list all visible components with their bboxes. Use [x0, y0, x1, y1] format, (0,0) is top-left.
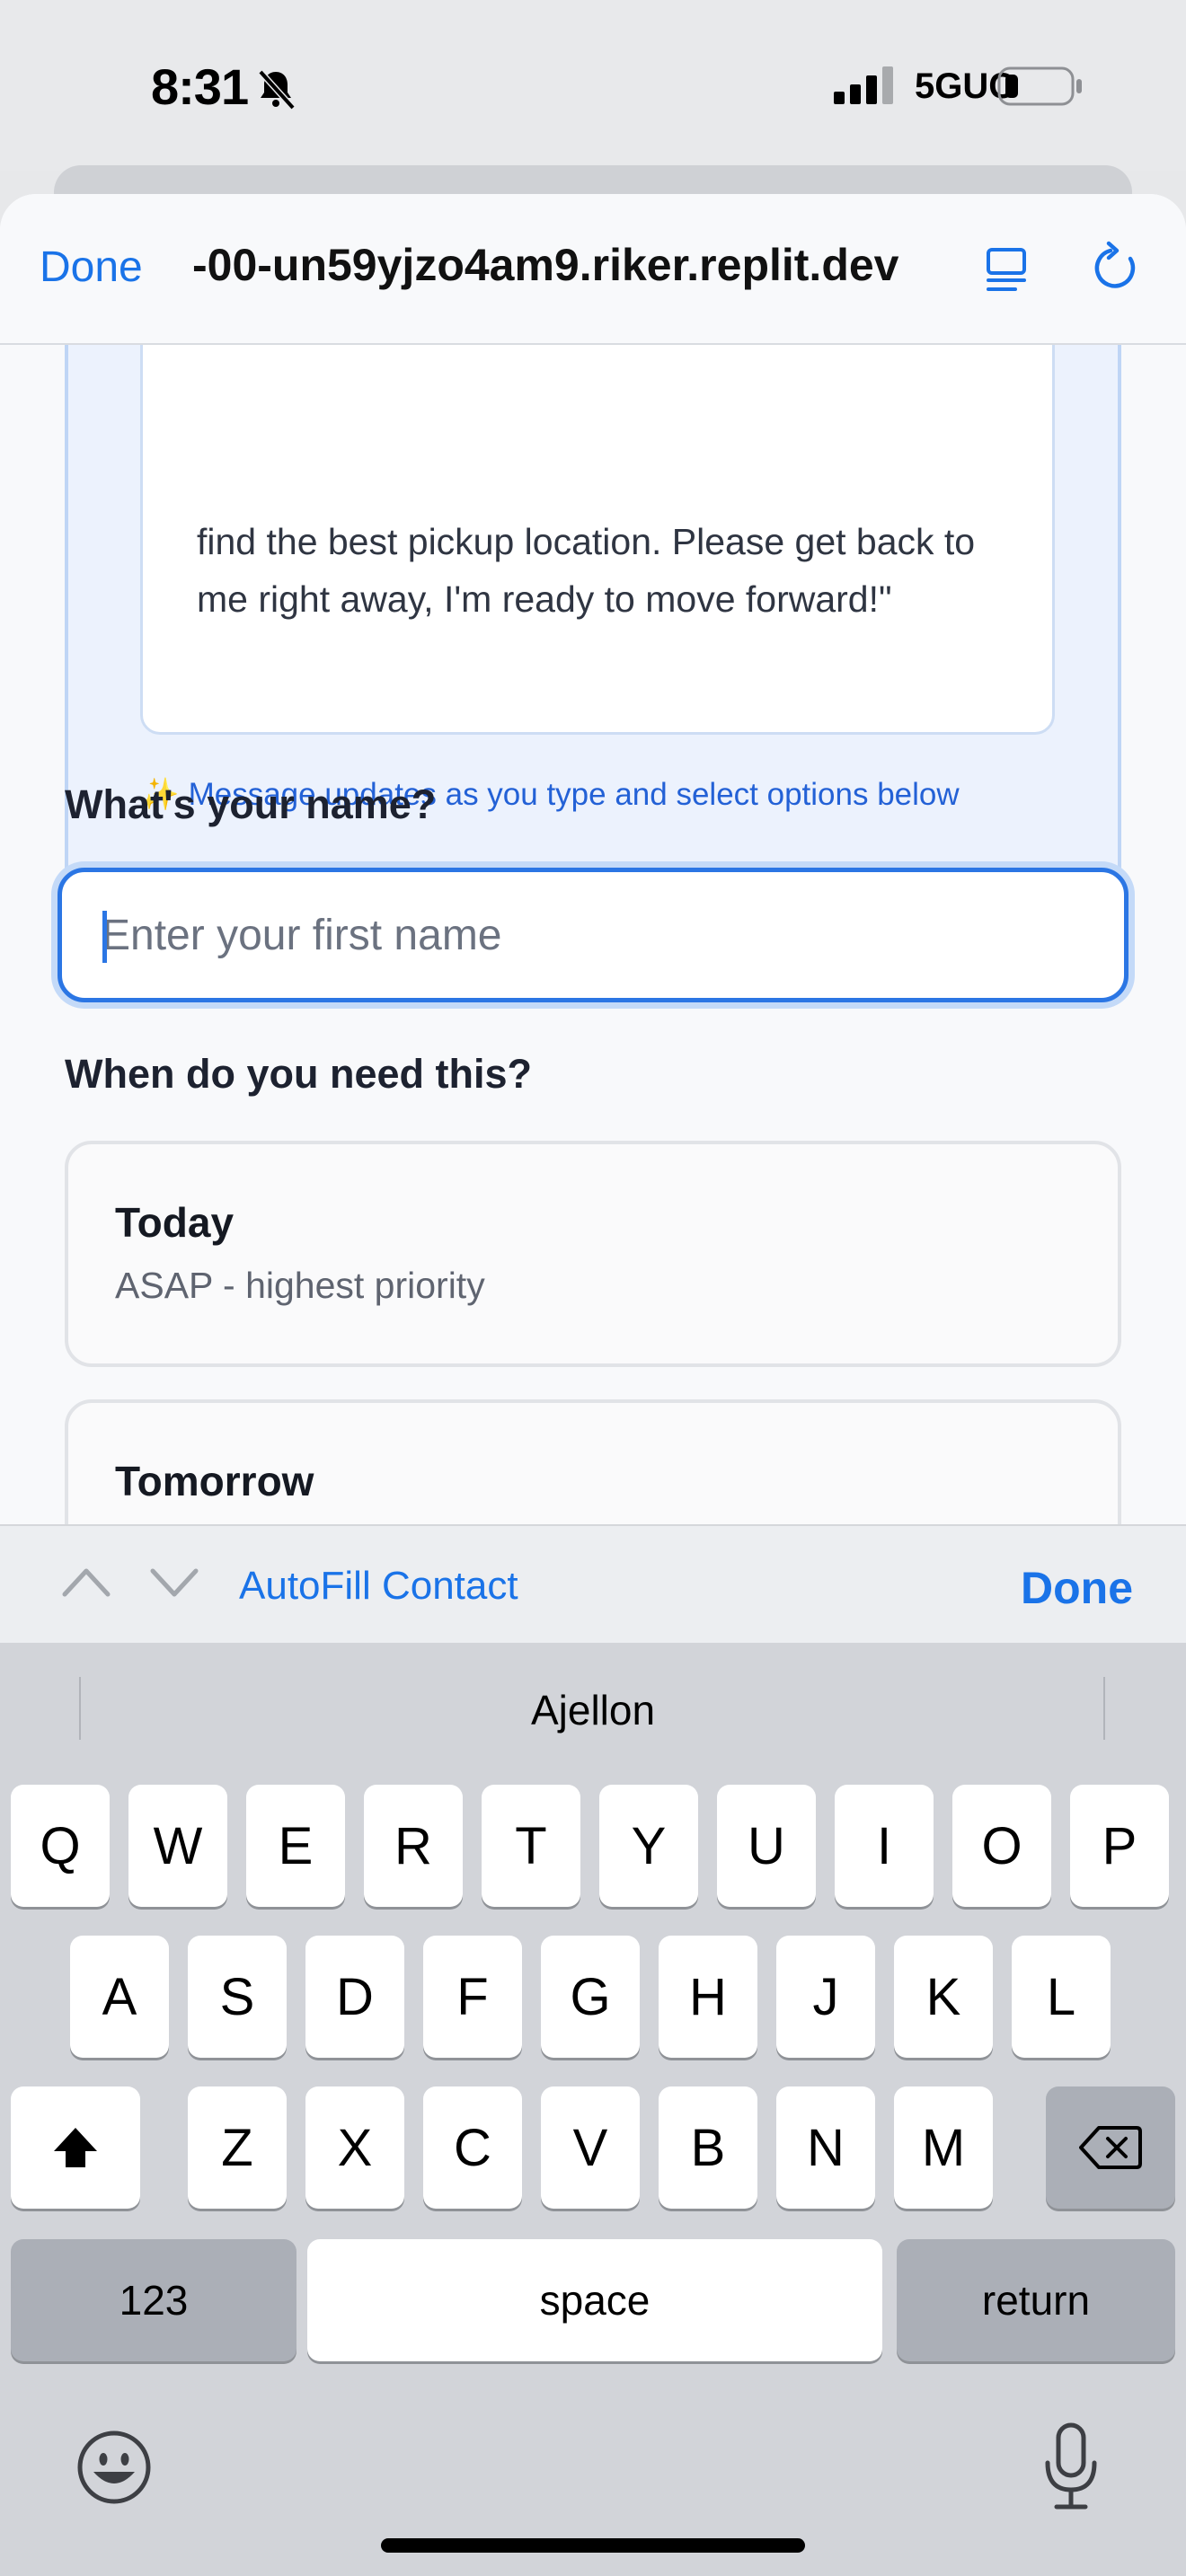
numbers-key[interactable]: 123 — [11, 2239, 296, 2361]
battery-icon — [997, 66, 1082, 106]
silent-bell-icon — [258, 69, 296, 110]
name-label: What's your name? — [65, 781, 437, 827]
key-c[interactable]: C — [423, 2086, 522, 2209]
key-a[interactable]: A — [70, 1936, 169, 2058]
key-b[interactable]: B — [659, 2086, 757, 2209]
key-l[interactable]: L — [1012, 1936, 1111, 2058]
reload-icon[interactable] — [1089, 241, 1143, 295]
delete-icon — [1079, 2126, 1142, 2169]
key-j[interactable]: J — [776, 1936, 875, 2058]
key-y[interactable]: Y — [599, 1785, 698, 1907]
key-u[interactable]: U — [717, 1785, 816, 1907]
prediction-divider — [1103, 1677, 1105, 1740]
key-f[interactable]: F — [423, 1936, 522, 2058]
key-s[interactable]: S — [188, 1936, 287, 2058]
key-p[interactable]: P — [1070, 1785, 1169, 1907]
key-g[interactable]: G — [541, 1936, 640, 2058]
key-h[interactable]: H — [659, 1936, 757, 2058]
status-time: 8:31 — [151, 58, 249, 115]
key-k[interactable]: K — [894, 1936, 993, 2058]
status-bar: 8:31 5GUC — [0, 0, 1186, 171]
key-z[interactable]: Z — [188, 2086, 287, 2209]
key-i[interactable]: I — [835, 1785, 934, 1907]
option-title: Today — [115, 1199, 235, 1246]
key-x[interactable]: X — [305, 2086, 404, 2209]
key-t[interactable]: T — [482, 1785, 580, 1907]
option-subtitle: ASAP - highest priority — [115, 1265, 485, 1306]
key-o[interactable]: O — [952, 1785, 1051, 1907]
key-d[interactable]: D — [305, 1936, 404, 2058]
next-field-icon[interactable] — [149, 1564, 199, 1600]
key-v[interactable]: V — [541, 2086, 640, 2209]
message-preview-text: find the best pickup location. Please ge… — [197, 521, 976, 620]
prediction-bar: Ajellon — [0, 1643, 1186, 1774]
option-title: Tomorrow — [115, 1458, 314, 1504]
key-e[interactable]: E — [246, 1785, 345, 1907]
url-bar[interactable]: -00-un59yjzo4am9.riker.replit.dev — [192, 239, 947, 291]
space-key[interactable]: space — [307, 2239, 882, 2361]
keyboard-done-button[interactable]: Done — [1021, 1562, 1133, 1614]
keyboard-accessory-bar: AutoFill Contact Done — [0, 1524, 1186, 1643]
key-m[interactable]: M — [894, 2086, 993, 2209]
key-n[interactable]: N — [776, 2086, 875, 2209]
previous-field-icon[interactable] — [61, 1564, 111, 1600]
cellular-signal-icon — [834, 66, 893, 104]
key-r[interactable]: R — [364, 1785, 463, 1907]
browser-toolbar: Done -00-un59yjzo4am9.riker.replit.dev — [0, 194, 1186, 345]
delete-key[interactable] — [1046, 2086, 1175, 2209]
home-indicator — [381, 2538, 805, 2553]
option-today[interactable]: Today ASAP - highest priority — [65, 1141, 1121, 1367]
key-q[interactable]: Q — [11, 1785, 110, 1907]
when-label: When do you need this? — [65, 1051, 532, 1097]
done-button[interactable]: Done — [40, 243, 143, 292]
prediction-suggestion[interactable]: Ajellon — [0, 1686, 1186, 1734]
key-w[interactable]: W — [128, 1785, 227, 1907]
first-name-input[interactable] — [58, 868, 1128, 1002]
shift-key[interactable] — [11, 2086, 140, 2209]
message-preview-box: find the best pickup location. Please ge… — [140, 305, 1055, 735]
microphone-icon[interactable] — [1042, 2422, 1100, 2511]
autofill-contact-button[interactable]: AutoFill Contact — [239, 1564, 518, 1609]
emoji-icon[interactable] — [75, 2429, 153, 2506]
shift-icon — [54, 2128, 97, 2167]
keyboard: Ajellon Q W E R T Y U I O P A S D F G H J K L Z X C V B N M 123 spa… — [0, 1643, 1186, 2576]
text-cursor — [102, 911, 107, 963]
reader-mode-icon[interactable] — [983, 244, 1033, 295]
return-key[interactable]: return — [897, 2239, 1175, 2361]
